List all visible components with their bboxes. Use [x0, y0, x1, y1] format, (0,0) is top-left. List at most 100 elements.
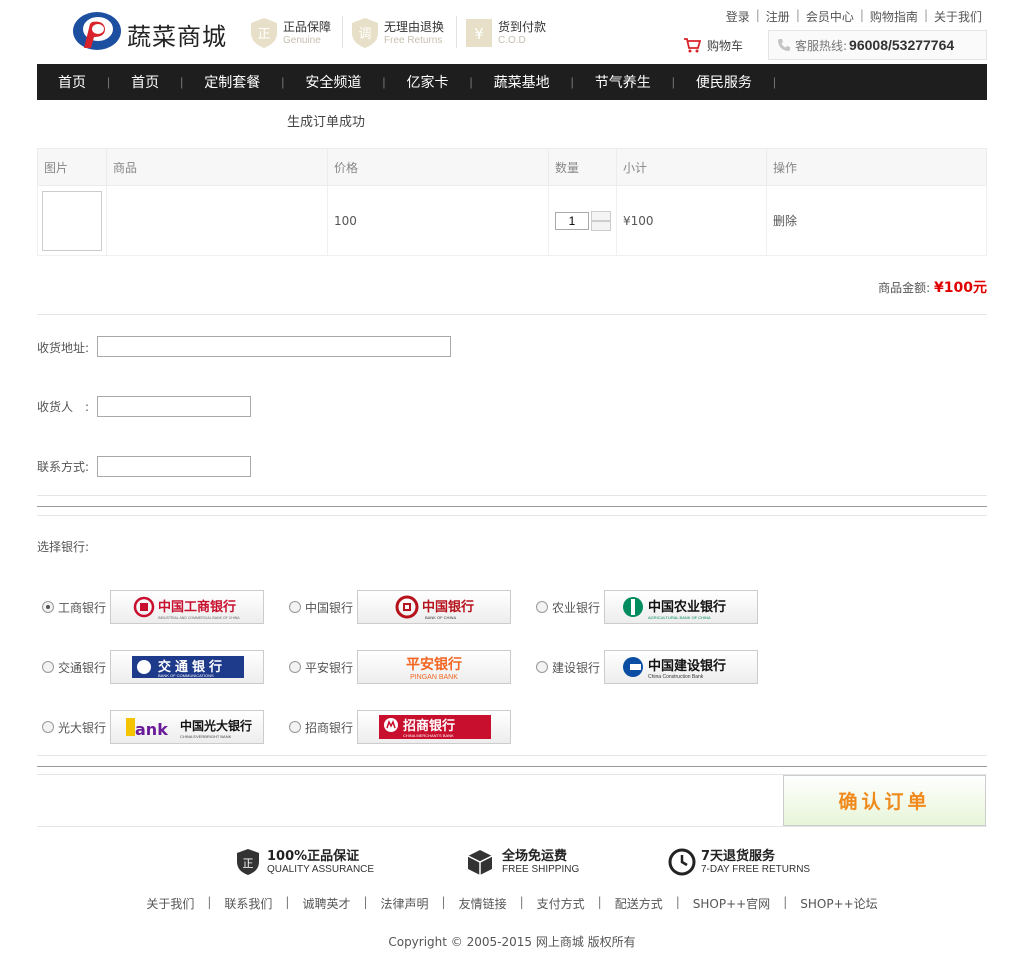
bank-radio[interactable] [42, 661, 54, 673]
shopping-guide-link[interactable]: 购物指南 [870, 8, 918, 25]
footer-link-friends[interactable]: 友情链接 [459, 895, 507, 912]
bank-logo-text: 中国光大银行 [180, 718, 252, 733]
bank-logo-boc[interactable]: 中国银行 BANK OF CHINA [357, 590, 511, 624]
nav-item-home-2[interactable]: 首页 [110, 72, 180, 92]
member-center-link[interactable]: 会员中心 [806, 8, 854, 25]
contact-input[interactable] [97, 456, 251, 477]
logo-icon[interactable] [72, 10, 122, 52]
service-subtitle: 7-DAY FREE RETURNS [701, 863, 811, 875]
bank-name: 中国银行 [305, 600, 354, 615]
divider [37, 314, 987, 315]
guarantee-title: 货到付款 [498, 20, 547, 34]
bank-option-ccb[interactable]: 建设银行 中国建设银行 China Construction Bank [536, 650, 758, 684]
service-subtitle: FREE SHIPPING [502, 863, 580, 875]
divider [37, 755, 987, 756]
bank-radio[interactable] [536, 601, 548, 613]
about-us-link[interactable]: 关于我们 [934, 8, 982, 25]
bank-option-cmb[interactable]: 招商银行 招商银行 CHINA MERCHANTS BANK [289, 710, 511, 744]
footer-link-contact[interactable]: 联系我们 [224, 895, 272, 912]
bank-radio[interactable] [42, 721, 54, 733]
nav-item-card[interactable]: 亿家卡 [386, 72, 470, 92]
bank-name: 平安银行 [305, 660, 354, 675]
quantity-stepper[interactable] [591, 210, 611, 231]
shield-returns-icon: 调 [352, 18, 378, 48]
footer-link-payment[interactable]: 支付方式 [537, 895, 585, 912]
svg-text:调: 调 [358, 27, 371, 42]
guarantee-title: 无理由退换 [384, 20, 445, 34]
login-link[interactable]: 登录 [726, 8, 750, 25]
bank-logo-bocom[interactable]: 交通银行 BANK OF COMMUNICATIONS [110, 650, 264, 684]
nav-item-health[interactable]: 节气养生 [574, 72, 672, 92]
guarantee-subtitle: Genuine [283, 35, 321, 46]
nav-item-home[interactable]: 首页 [37, 72, 107, 92]
bank-logo-text: 中国建设银行 [648, 658, 726, 674]
address-input[interactable] [97, 336, 451, 357]
phone-icon [778, 39, 790, 51]
bank-logo-pingan[interactable]: 平安银行 PINGAN BANK [357, 650, 511, 684]
bank-logo-subtext: AGRICULTURAL BANK OF CHINA [648, 615, 711, 620]
bank-option-ceb[interactable]: 光大银行 ank 中国光大银行 CHINA EVERBRIGHT BANK [42, 710, 264, 744]
logo-text[interactable]: 蔬菜商城 [127, 17, 227, 52]
bank-radio[interactable] [289, 661, 301, 673]
product-thumbnail[interactable] [42, 190, 102, 251]
order-success-message: 生成订单成功 [287, 115, 366, 130]
bank-logo-subtext: PINGAN BANK [410, 674, 458, 681]
receiver-input[interactable] [97, 396, 251, 417]
confirm-order-button[interactable]: 确认订单 [783, 775, 986, 826]
bank-logo-ceb[interactable]: ank 中国光大银行 CHINA EVERBRIGHT BANK [110, 710, 264, 744]
column-header: 图片 [37, 148, 107, 186]
nav-item-services[interactable]: 便民服务 [675, 72, 773, 92]
quantity-decrease-button[interactable] [591, 220, 611, 231]
bank-name: 建设银行 [552, 660, 601, 675]
product-name[interactable] [106, 185, 328, 256]
footer-link-legal[interactable]: 法律声明 [381, 895, 429, 912]
bank-logo-subtext: China Construction Bank [648, 674, 704, 680]
main-nav: 首页 | 首页 | 定制套餐 | 安全频道 | 亿家卡 | 蔬菜基地 | 节气养生 | 便民服… [37, 64, 987, 100]
shield-quality-icon: 正 [237, 849, 259, 875]
nav-item-safety[interactable]: 安全频道 [284, 72, 382, 92]
guarantee-title: 正品保障 [283, 20, 332, 34]
delete-link[interactable]: 删除 [766, 185, 987, 256]
bank-logo-subtext: BANK OF CHINA [425, 615, 456, 620]
footer-link-careers[interactable]: 诚聘英才 [302, 895, 350, 912]
bank-logo-ccb[interactable]: 中国建设银行 China Construction Bank [604, 650, 758, 684]
nav-item-base[interactable]: 蔬菜基地 [473, 72, 571, 92]
bank-option-boc[interactable]: 中国银行 中国银行 BANK OF CHINA [289, 590, 511, 624]
service-title: 全场免运费 [502, 848, 568, 864]
footer-link-official[interactable]: SHOP++官网 [693, 895, 770, 912]
hotline-number: 96008/53277764 [849, 37, 955, 53]
product-price: 100 [327, 185, 549, 256]
bank-section-title: 选择银行: [37, 540, 90, 554]
nav-item-packages[interactable]: 定制套餐 [183, 72, 281, 92]
bank-option-bocom[interactable]: 交通银行 交通银行 BANK OF COMMUNICATIONS [42, 650, 264, 684]
bank-logo-subtext: CHINA EVERBRIGHT BANK [180, 734, 232, 739]
bank-logo-abc[interactable]: 中国农业银行 AGRICULTURAL BANK OF CHINA [604, 590, 758, 624]
bank-name: 招商银行 [305, 720, 354, 735]
hotline-label: 客服热线: [795, 38, 848, 53]
footer-link-about[interactable]: 关于我们 [146, 895, 194, 912]
bank-radio[interactable] [289, 721, 301, 733]
quantity-input[interactable] [555, 211, 589, 230]
footer-link-delivery[interactable]: 配送方式 [615, 895, 663, 912]
bank-logo-icbc[interactable]: 中国工商银行 INDUSTRIAL AND COMMERCIAL BANK OF … [110, 590, 264, 624]
quantity-increase-button[interactable] [591, 210, 611, 221]
bank-option-pingan[interactable]: 平安银行 平安银行 PINGAN BANK [289, 650, 511, 684]
register-link[interactable]: 注册 [766, 8, 790, 25]
bank-option-abc[interactable]: 农业银行 中国农业银行 AGRICULTURAL BANK OF CHINA [536, 590, 758, 624]
cart-link[interactable]: 购物车 [684, 37, 743, 54]
footer-link-forum[interactable]: SHOP++论坛 [800, 895, 877, 912]
total-value: ¥100元 [934, 280, 987, 296]
product-image-cell [37, 185, 107, 256]
clock-icon [668, 848, 696, 876]
cart-icon [684, 38, 701, 53]
divider [37, 515, 987, 516]
bank-radio[interactable] [42, 601, 54, 613]
guarantee-returns: 调 无理由退换 Free Returns [351, 16, 444, 50]
receiver-label: 收货人 : [37, 400, 90, 414]
bank-radio[interactable] [536, 661, 548, 673]
bank-radio[interactable] [289, 601, 301, 613]
bank-logo-cmb[interactable]: 招商银行 CHINA MERCHANTS BANK [357, 710, 511, 744]
bank-option-icbc[interactable]: 工商银行 中国工商银行 INDUSTRIAL AND COMMERCIAL BAN… [42, 590, 264, 624]
row-subtotal: ¥100 [616, 185, 767, 256]
svg-text:¥: ¥ [474, 25, 484, 43]
